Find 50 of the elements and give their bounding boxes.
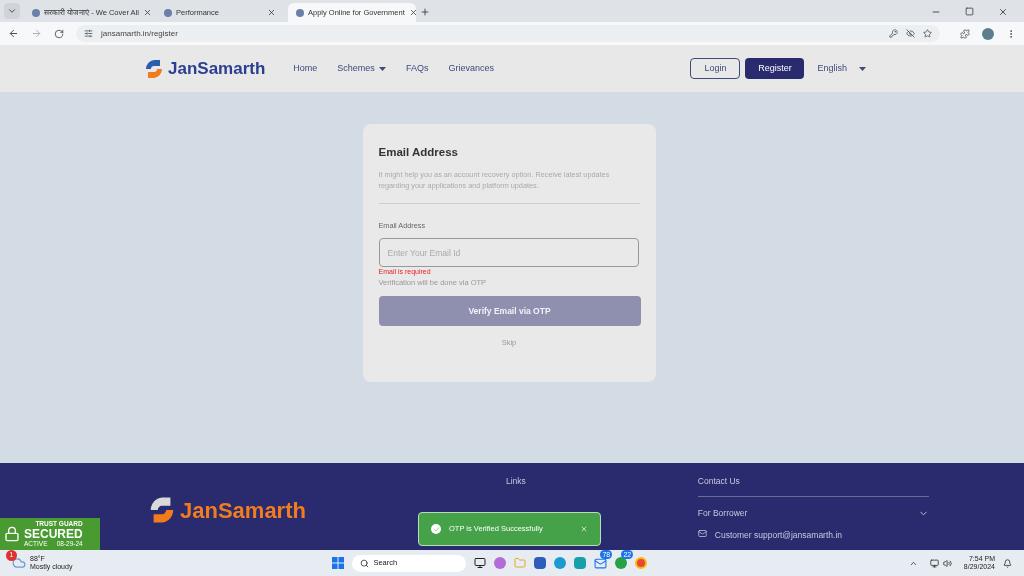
url-text: jansamarth.in/register [101,27,179,40]
badge-main-text: SECURED [24,527,83,541]
nav-link[interactable]: Grievances [448,61,494,76]
language-dropdown[interactable]: English [817,61,866,76]
close-icon[interactable] [998,7,1008,17]
chevron-icon [7,6,17,16]
site-icon [296,8,304,17]
mail-icon[interactable] [594,556,608,570]
contact-heading: Contact Us [697,475,741,488]
extensions-icon[interactable] [960,28,970,39]
close-icon[interactable] [142,8,152,17]
nav-link[interactable]: Schemes [337,61,386,76]
profile-avatar[interactable] [982,27,994,40]
close-icon[interactable] [408,8,418,17]
notifications-icon[interactable] [1003,558,1012,568]
site-icon [164,8,172,17]
eye-off-icon[interactable] [906,29,915,38]
card-title: Email Address [378,145,459,160]
caret-icon [378,66,386,71]
nav-link[interactable]: FAQs [405,61,429,76]
task-view-icon[interactable] [474,557,487,569]
bookmark-icon[interactable] [923,29,932,38]
address-bar[interactable]: jansamarth.in/register [76,25,940,42]
nav-link[interactable]: Home [293,61,318,76]
contact-text: Customer support@jansamarth.in [714,530,842,539]
register-button[interactable]: Register [745,58,805,79]
logo-icon [144,57,164,80]
lock-icon [4,526,20,542]
check-icon [431,524,441,534]
maximize-icon[interactable] [965,7,974,16]
search-icon [360,558,370,568]
network-icon[interactable] [929,558,939,568]
weather-icon [12,556,26,570]
logo-text: JanSamarth [180,496,306,525]
start-icon[interactable] [332,557,345,569]
close-icon[interactable] [267,8,276,17]
site-settings-icon [84,29,93,38]
app-icon[interactable] [574,557,587,569]
reload-icon[interactable] [54,28,64,39]
new-tab-icon[interactable] [420,7,430,17]
key-icon[interactable] [889,29,898,38]
mail-icon [697,529,707,538]
forward-icon[interactable] [31,28,42,39]
site-icon [32,8,40,17]
for-borrower-heading: For Borrower [697,506,748,520]
volume-icon[interactable] [942,558,952,568]
login-button[interactable]: Login [690,58,741,79]
logo-text: JanSamarth [168,57,266,80]
caret-icon [859,66,866,71]
back-icon[interactable] [8,28,19,39]
